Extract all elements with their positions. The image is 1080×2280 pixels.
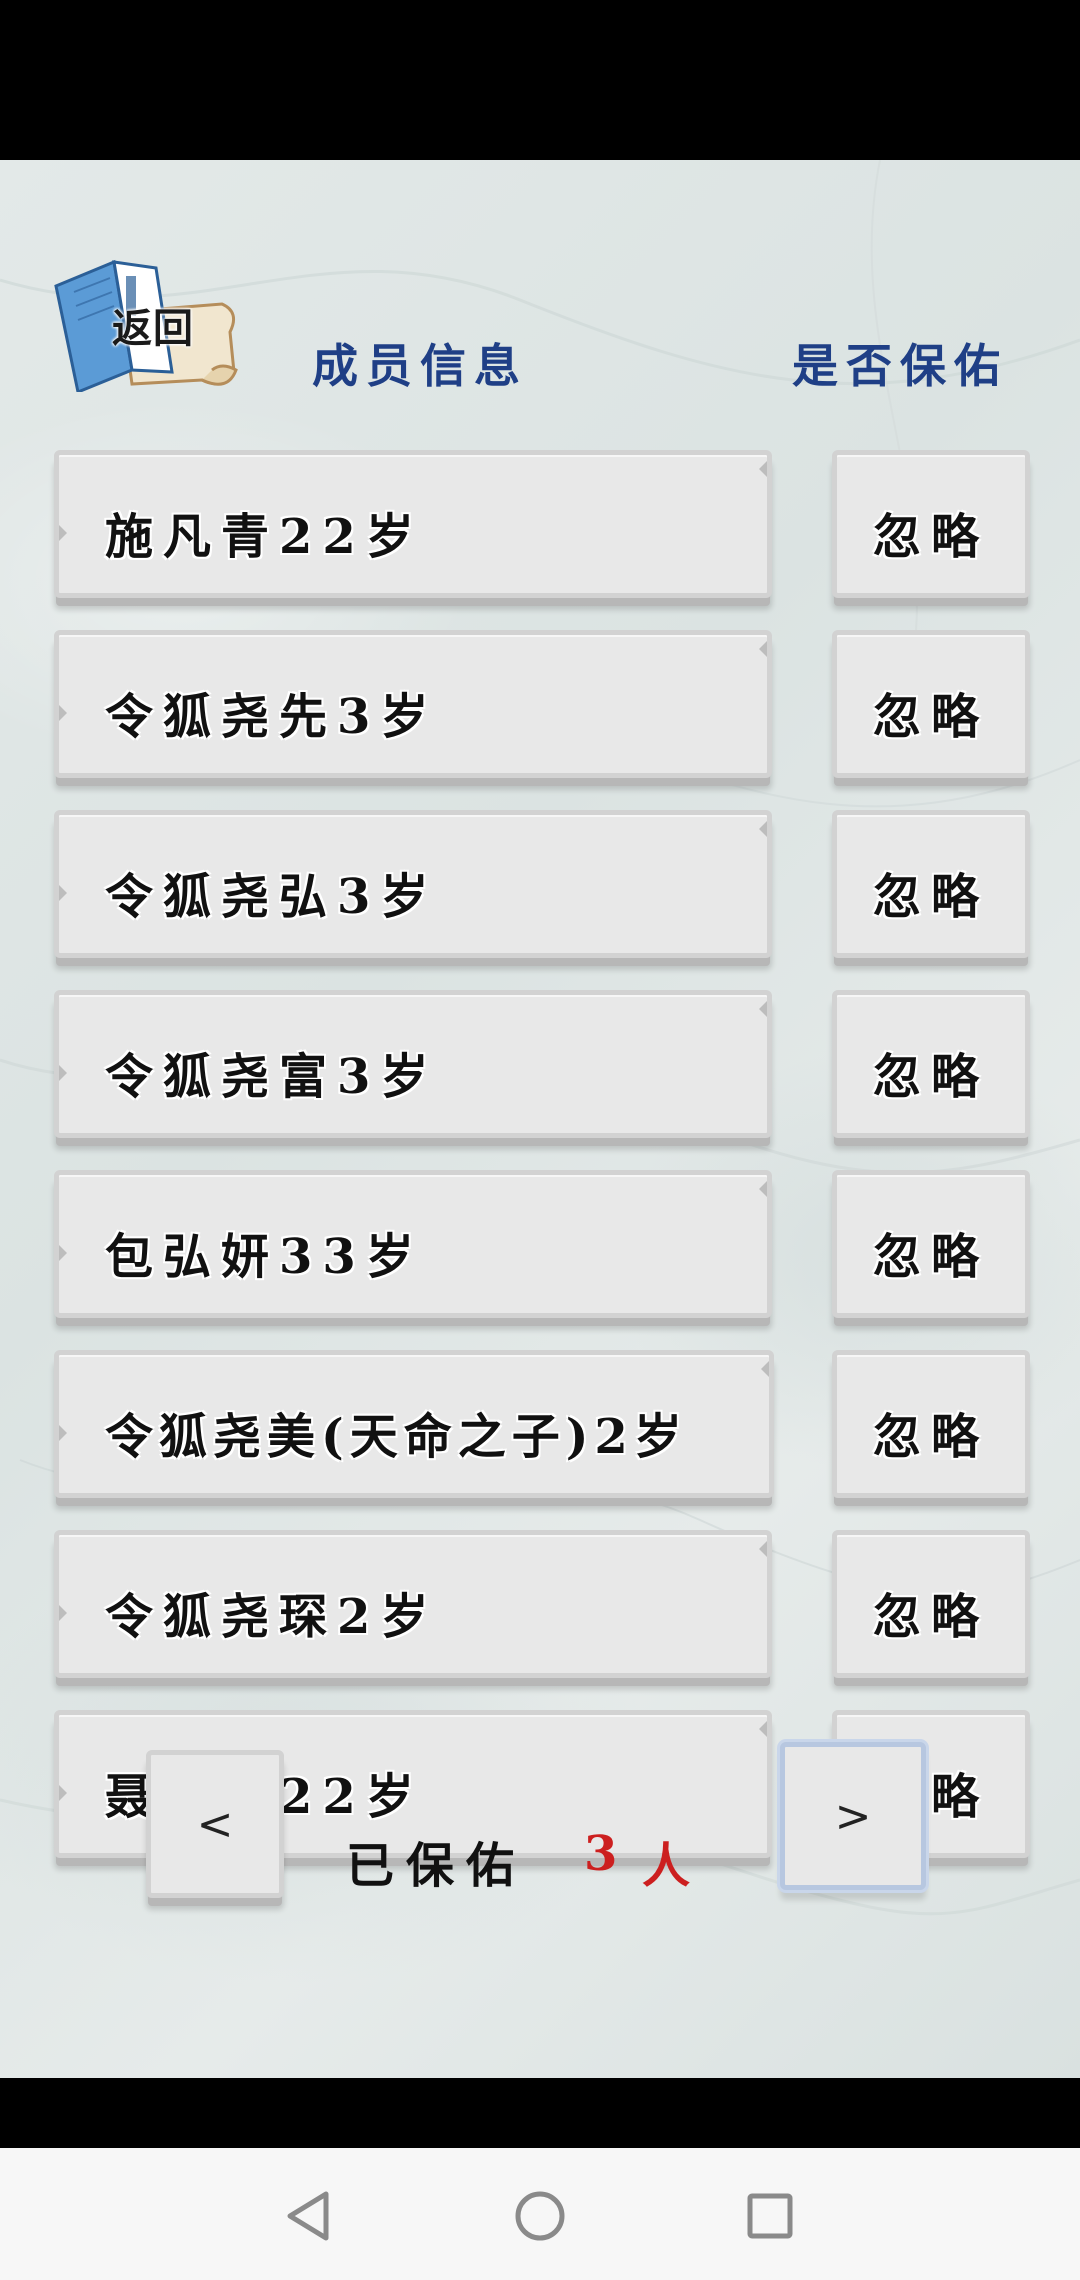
recent-square-icon[interactable] xyxy=(742,2188,798,2244)
member-name: 包弘妍33岁 xyxy=(105,1229,424,1285)
button-notch xyxy=(59,705,67,721)
button-notch xyxy=(759,1721,767,1737)
ignore-button[interactable]: 忽略 xyxy=(832,810,1030,958)
protected-unit: 人 xyxy=(642,1838,691,1894)
status-bar-area xyxy=(0,0,1080,160)
next-arrow-icon: > xyxy=(834,1791,872,1842)
member-name-button[interactable]: 令狐尧弘3岁 xyxy=(54,810,772,958)
member-name: 令狐尧琛2岁 xyxy=(105,1589,439,1645)
ignore-button[interactable]: 忽略 xyxy=(832,1530,1030,1678)
member-row: 令狐尧琛2岁 忽略 xyxy=(54,1530,1030,1690)
ignore-label: 忽略 xyxy=(873,1049,990,1105)
game-screen: 返回 成员信息 是否保佑 施凡青22岁 忽略 令狐尧先3岁 忽略 令狐尧弘3岁 xyxy=(0,160,1080,2078)
ignore-label: 忽略 xyxy=(873,1409,990,1465)
prev-arrow-icon: < xyxy=(196,1799,234,1850)
ignore-label: 忽略 xyxy=(873,869,990,925)
button-notch xyxy=(759,821,767,837)
member-name: 令狐尧先3岁 xyxy=(105,689,439,745)
button-notch xyxy=(59,1785,67,1801)
ignore-button[interactable]: 忽略 xyxy=(832,1170,1030,1318)
button-notch xyxy=(59,525,67,541)
ignore-label: 忽略 xyxy=(873,1229,990,1285)
ignore-button[interactable]: 忽略 xyxy=(832,450,1030,598)
protect-header: 是否保佑 xyxy=(792,339,1008,393)
member-name-button[interactable]: 令狐尧美(天命之子)2岁 xyxy=(54,1350,774,1498)
back-button[interactable]: 返回 xyxy=(52,252,242,392)
back-triangle-icon[interactable] xyxy=(282,2188,338,2244)
ignore-button[interactable]: 忽略 xyxy=(832,1350,1030,1498)
button-notch xyxy=(59,1245,67,1261)
button-notch xyxy=(59,1425,67,1441)
button-notch xyxy=(59,1065,67,1081)
member-name: 令狐尧弘3岁 xyxy=(105,869,439,925)
ignore-label: 忽略 xyxy=(873,509,990,565)
home-circle-icon[interactable] xyxy=(512,2188,568,2244)
ignore-label: 忽略 xyxy=(873,689,990,745)
member-row: 令狐尧先3岁 忽略 xyxy=(54,630,1030,790)
protected-count: 3 xyxy=(584,1826,618,1882)
button-notch xyxy=(59,885,67,901)
button-notch xyxy=(759,1541,767,1557)
ignore-label: 忽略 xyxy=(873,1589,990,1645)
button-notch xyxy=(759,1181,767,1197)
member-name: 令狐尧富3岁 xyxy=(105,1049,439,1105)
member-name-button[interactable]: 令狐尧富3岁 xyxy=(54,990,772,1138)
member-row: 包弘妍33岁 忽略 xyxy=(54,1170,1030,1330)
member-name-button[interactable]: 施凡青22岁 xyxy=(54,450,772,598)
member-name-button[interactable]: 令狐尧先3岁 xyxy=(54,630,772,778)
ignore-button[interactable]: 忽略 xyxy=(832,630,1030,778)
button-notch xyxy=(759,461,767,477)
protected-label: 已保佑 xyxy=(346,1838,527,1894)
next-page-button[interactable]: > xyxy=(780,1742,926,1890)
back-label: 返回 xyxy=(112,306,194,352)
system-navigation-bar xyxy=(0,2148,1080,2280)
member-row: 令狐尧富3岁 忽略 xyxy=(54,990,1030,1150)
button-notch xyxy=(759,1001,767,1017)
member-name-button[interactable]: 令狐尧琛2岁 xyxy=(54,1530,772,1678)
member-row: 令狐尧美(天命之子)2岁 忽略 xyxy=(54,1350,1030,1510)
ignore-button[interactable]: 忽略 xyxy=(832,990,1030,1138)
member-row: 令狐尧弘3岁 忽略 xyxy=(54,810,1030,970)
member-name: 令狐尧美(天命之子)2岁 xyxy=(105,1409,688,1465)
member-name: 施凡青22岁 xyxy=(105,509,424,565)
button-notch xyxy=(759,641,767,657)
member-info-header: 成员信息 xyxy=(312,339,528,393)
bottom-bar xyxy=(0,2078,1080,2148)
button-notch xyxy=(761,1361,769,1377)
button-notch xyxy=(59,1605,67,1621)
prev-page-button[interactable]: < xyxy=(146,1750,284,1898)
member-name-button[interactable]: 包弘妍33岁 xyxy=(54,1170,772,1318)
member-row: 施凡青22岁 忽略 xyxy=(54,450,1030,610)
